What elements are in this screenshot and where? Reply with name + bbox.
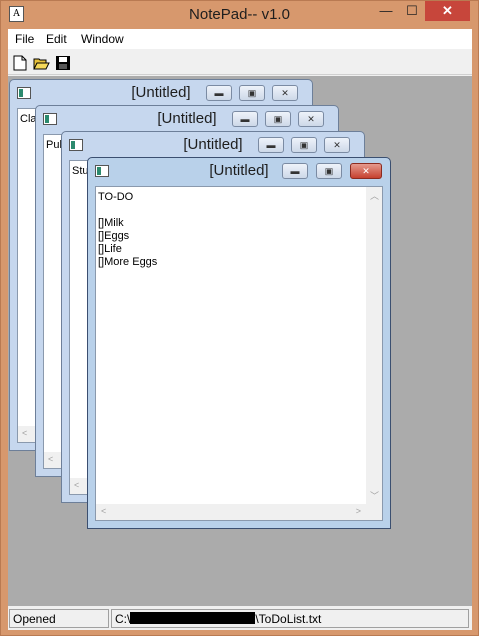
child-title: [Untitled] — [183, 136, 243, 153]
scroll-right-icon[interactable]: > — [356, 506, 361, 516]
title-bar[interactable]: A NotePad-- v1.0 — ☐ ✕ — [1, 1, 478, 29]
status-file-path: C:\ \ToDoList.txt — [111, 609, 469, 628]
new-document-icon[interactable] — [11, 54, 29, 72]
scroll-left-icon[interactable]: < — [22, 428, 27, 438]
path-suffix: \ToDoList.txt — [255, 612, 322, 626]
menu-edit[interactable]: Edit — [46, 32, 67, 46]
child-title: [Untitled] — [157, 110, 217, 127]
open-folder-icon[interactable] — [32, 54, 50, 72]
child-maximize-button[interactable]: ▣ — [316, 163, 342, 179]
menu-window[interactable]: Window — [81, 32, 124, 46]
main-window: A NotePad-- v1.0 — ☐ ✕ File Edit Window — [0, 0, 479, 636]
child-maximize-button[interactable]: ▣ — [265, 111, 291, 127]
toolbar — [8, 51, 472, 75]
menu-bar: File Edit Window — [8, 29, 472, 49]
child-minimize-button[interactable]: ▬ — [206, 85, 232, 101]
path-prefix: C:\ — [115, 612, 131, 626]
child-close-button[interactable]: ✕ — [350, 163, 382, 179]
horizontal-scrollbar[interactable]: < > — [96, 504, 366, 520]
maximize-button[interactable]: ☐ — [399, 1, 425, 21]
text-content: TO-DO []Milk []Eggs []Life []More Eggs — [98, 191, 158, 268]
child-maximize-button[interactable]: ▣ — [239, 85, 265, 101]
redacted-path — [130, 612, 256, 624]
child-window-active[interactable]: [Untitled] ▬ ▣ ✕ TO-DO []Milk []Eggs []L… — [87, 157, 391, 529]
scroll-left-icon[interactable]: < — [48, 454, 53, 464]
status-message: Opened — [9, 609, 109, 628]
child-title: [Untitled] — [209, 162, 269, 179]
text-area[interactable]: TO-DO []Milk []Eggs []Life []More Eggs ︿… — [95, 186, 383, 521]
child-minimize-button[interactable]: ▬ — [258, 137, 284, 153]
client-area: File Edit Window [Untitled] ▬ ▣ ✕ Cla < … — [8, 29, 472, 630]
child-title-bar[interactable]: [Untitled] ▬ ▣ ✕ — [62, 132, 364, 158]
status-bar: Opened C:\ \ToDoList.txt — [8, 607, 472, 630]
menu-file[interactable]: File — [15, 32, 34, 46]
child-minimize-button[interactable]: ▬ — [232, 111, 258, 127]
minimize-button[interactable]: — — [373, 1, 399, 21]
scroll-down-icon[interactable]: ﹀ — [370, 489, 379, 502]
size-grip[interactable] — [366, 504, 382, 520]
child-close-button[interactable]: ✕ — [272, 85, 298, 101]
close-button[interactable]: ✕ — [425, 1, 470, 21]
child-title-bar[interactable]: [Untitled] ▬ ▣ ✕ — [36, 106, 338, 132]
scroll-left-icon[interactable]: < — [74, 480, 79, 490]
child-close-button[interactable]: ✕ — [324, 137, 350, 153]
save-disk-icon[interactable] — [54, 54, 72, 72]
child-minimize-button[interactable]: ▬ — [282, 163, 308, 179]
mdi-workspace: [Untitled] ▬ ▣ ✕ Cla < [Untitled] ▬ ▣ ✕ — [8, 76, 472, 606]
vertical-scrollbar[interactable]: ︿ ﹀ — [366, 187, 382, 504]
child-close-button[interactable]: ✕ — [298, 111, 324, 127]
child-title-bar[interactable]: [Untitled] ▬ ▣ ✕ — [88, 158, 390, 184]
scroll-left-icon[interactable]: < — [101, 506, 106, 516]
child-maximize-button[interactable]: ▣ — [291, 137, 317, 153]
child-title-bar[interactable]: [Untitled] ▬ ▣ ✕ — [10, 80, 312, 106]
child-title: [Untitled] — [131, 84, 191, 101]
scroll-up-icon[interactable]: ︿ — [370, 189, 379, 202]
